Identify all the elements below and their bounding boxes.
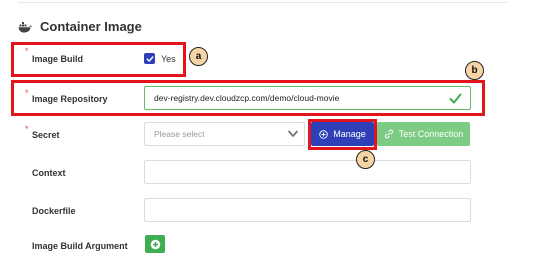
required-marker: * bbox=[25, 124, 29, 134]
context-label: Context bbox=[32, 168, 66, 178]
section-divider bbox=[18, 2, 508, 3]
dockerfile-label: Dockerfile bbox=[32, 206, 76, 216]
docker-whale-icon bbox=[18, 21, 32, 32]
plus-circle-icon bbox=[150, 239, 160, 249]
test-connection-label: Test Connection bbox=[398, 129, 464, 139]
annotation-badge-a: a bbox=[189, 47, 208, 66]
section-header: Container Image bbox=[18, 19, 142, 34]
section-title: Container Image bbox=[40, 19, 142, 34]
dockerfile-input[interactable] bbox=[144, 198, 471, 222]
secret-label: Secret bbox=[32, 130, 60, 140]
chevron-down-icon bbox=[288, 130, 298, 137]
image-build-argument-label: Image Build Argument bbox=[32, 241, 128, 251]
secret-select[interactable]: Please select bbox=[144, 122, 305, 146]
highlight-box-a bbox=[11, 42, 186, 77]
test-connection-button[interactable]: Test Connection bbox=[377, 122, 470, 146]
add-build-argument-button[interactable] bbox=[145, 235, 165, 253]
context-input[interactable] bbox=[144, 160, 471, 184]
link-icon bbox=[384, 129, 393, 139]
secret-placeholder: Please select bbox=[154, 129, 205, 139]
highlight-box-c bbox=[308, 119, 377, 150]
annotation-badge-c: c bbox=[356, 150, 375, 169]
highlight-box-b bbox=[11, 80, 485, 116]
annotation-badge-b: b bbox=[465, 61, 484, 80]
